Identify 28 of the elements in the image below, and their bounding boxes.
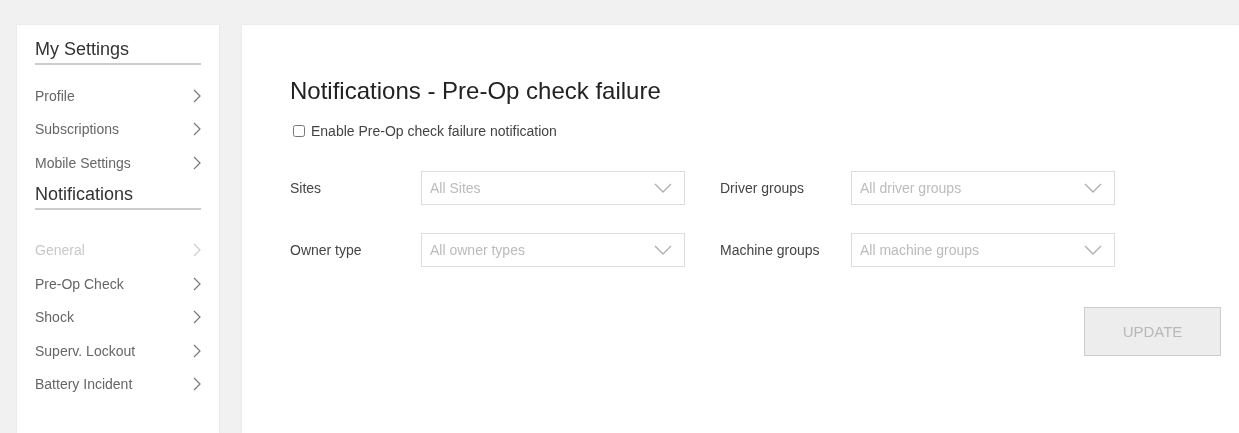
checkbox[interactable]: [293, 125, 305, 137]
sidebar-item[interactable]: Profile: [35, 79, 201, 113]
sidebar-item[interactable]: Subscriptions: [35, 112, 201, 146]
checkbox-label: Enable Pre-Op check failure notification: [311, 123, 557, 139]
sidebar-item[interactable]: Battery Incident: [35, 367, 201, 401]
chevron-down-icon: [654, 183, 672, 193]
chevron-right-icon: [193, 343, 201, 358]
filter-label: Owner type: [290, 242, 363, 258]
page-title: Notifications - Pre-Op check failure: [290, 77, 662, 105]
chevron-down-icon: [1084, 183, 1102, 193]
chevron-right-icon: [193, 243, 201, 258]
chevron-right-icon: [193, 88, 201, 103]
section-heading: My Settings: [35, 39, 201, 65]
chevron-right-icon: [193, 155, 201, 170]
chevron-right-icon: [193, 122, 201, 137]
filter-label: Sites: [290, 180, 323, 196]
chevron-right-icon: [193, 276, 201, 291]
chevron-right-icon: [193, 377, 201, 392]
filter-label: Driver groups: [720, 180, 806, 196]
section-heading: Notifications: [35, 183, 201, 210]
filter-label: Machine groups: [720, 242, 821, 258]
chevron-down-icon: [1084, 245, 1102, 255]
sidebar-item[interactable]: Mobile Settings: [35, 146, 201, 180]
sidebar-item[interactable]: Superv. Lockout: [35, 334, 201, 368]
sidebar-item[interactable]: Shock: [35, 300, 201, 334]
chevron-right-icon: [193, 310, 201, 325]
sidebar-item[interactable]: Pre-Op Check: [35, 267, 201, 301]
chevron-down-icon: [654, 245, 672, 255]
